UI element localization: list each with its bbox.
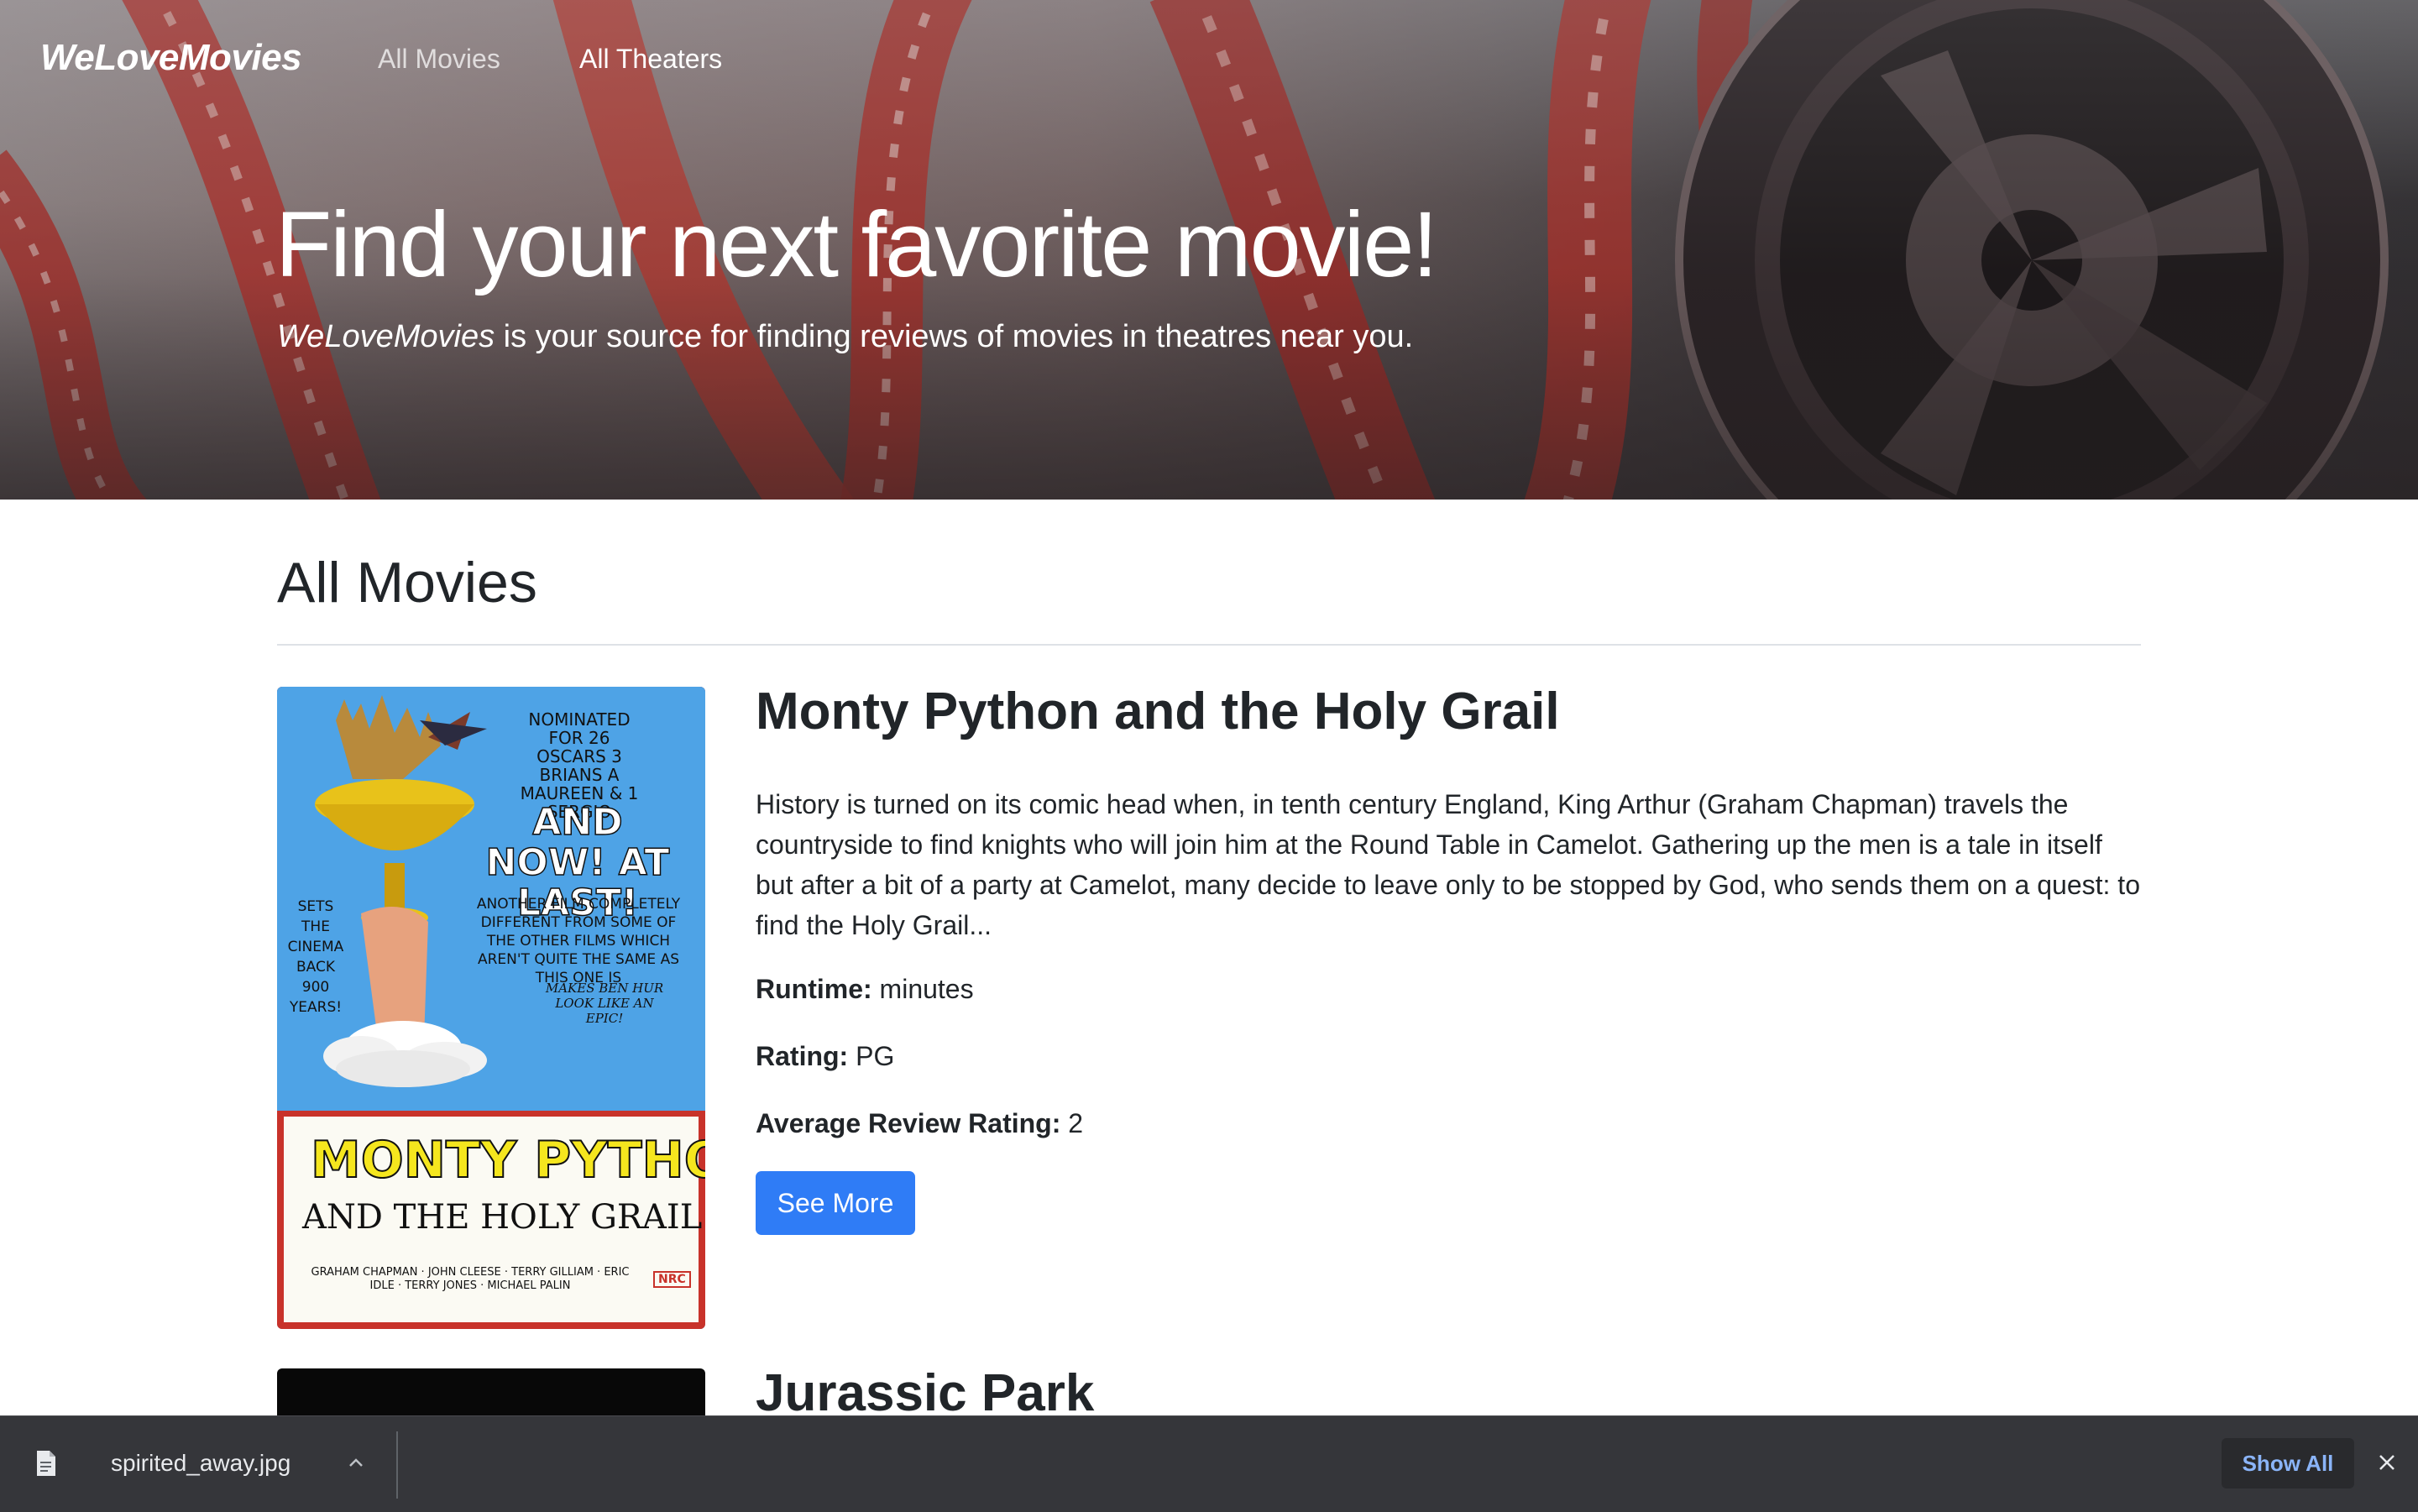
poster-title-line1: MONTY PYTHON: [310, 1131, 705, 1190]
movie-runtime: Runtime: minutes: [756, 974, 974, 1005]
movie-title: Monty Python and the Holy Grail: [756, 683, 1560, 740]
hero-banner: WeLoveMovies All Movies All Theaters Fin…: [0, 0, 2418, 500]
movie-title-jurassic-park: Jurassic Park: [756, 1364, 1095, 1422]
show-all-button[interactable]: Show All: [2222, 1438, 2354, 1488]
download-file-name: spirited_away.jpg: [111, 1450, 291, 1476]
hero-subtitle-brand: WeLoveMovies: [277, 319, 495, 354]
close-icon[interactable]: [2376, 1452, 2398, 1478]
runtime-value: minutes: [871, 974, 974, 1004]
poster-title-line2: AND THE HOLY GRAIL: [302, 1198, 703, 1237]
brand-logo-link[interactable]: WeLoveMovies: [40, 37, 302, 79]
poster-rating-badge: NRC: [653, 1271, 691, 1288]
rating-value: PG: [848, 1041, 895, 1071]
hero-subtitle: WeLoveMovies is your source for finding …: [277, 319, 1413, 355]
download-separator: [396, 1431, 398, 1499]
download-item[interactable]: spirited_away.jpg: [0, 1416, 396, 1512]
movie-rating: Rating: PG: [756, 1041, 894, 1072]
runtime-label: Runtime:: [756, 974, 872, 1004]
poster-cast-text: GRAHAM CHAPMAN · JOHN CLEESE · TERRY GIL…: [311, 1266, 630, 1292]
hero-subtitle-text: is your source for finding reviews of mo…: [495, 319, 1414, 354]
average-review-value: 2: [1060, 1108, 1084, 1138]
chevron-up-icon[interactable]: [346, 1453, 366, 1478]
poster-side-text: SETS THE CINEMA BACK 900 YEARS!: [287, 898, 344, 1016]
movie-poster-monty-python[interactable]: NOMINATED FOR 26 OSCARS 3 BRIANS A MAURE…: [277, 687, 705, 1329]
file-icon: [35, 1450, 57, 1481]
poster-tagline: ANOTHER FILM COMPLETELY DIFFERENT FROM S…: [476, 896, 681, 986]
see-more-button[interactable]: See More: [756, 1171, 915, 1235]
rating-label: Rating:: [756, 1041, 849, 1071]
hero-title: Find your next favorite movie!: [275, 193, 1438, 296]
poster-ben-hur-text: MAKES BEN HUR LOOK LIKE AN EPIC!: [545, 981, 664, 1026]
section-divider: [277, 644, 2141, 646]
section-title: All Movies: [277, 551, 537, 615]
download-shelf: spirited_away.jpg Show All: [0, 1415, 2418, 1512]
movie-average-review: Average Review Rating: 2: [756, 1108, 1083, 1139]
nav-link-all-movies[interactable]: All Movies: [378, 44, 500, 75]
nav-link-all-theaters[interactable]: All Theaters: [579, 44, 722, 75]
movie-description: History is turned on its comic head when…: [756, 789, 2140, 940]
average-review-label: Average Review Rating:: [756, 1108, 1061, 1138]
